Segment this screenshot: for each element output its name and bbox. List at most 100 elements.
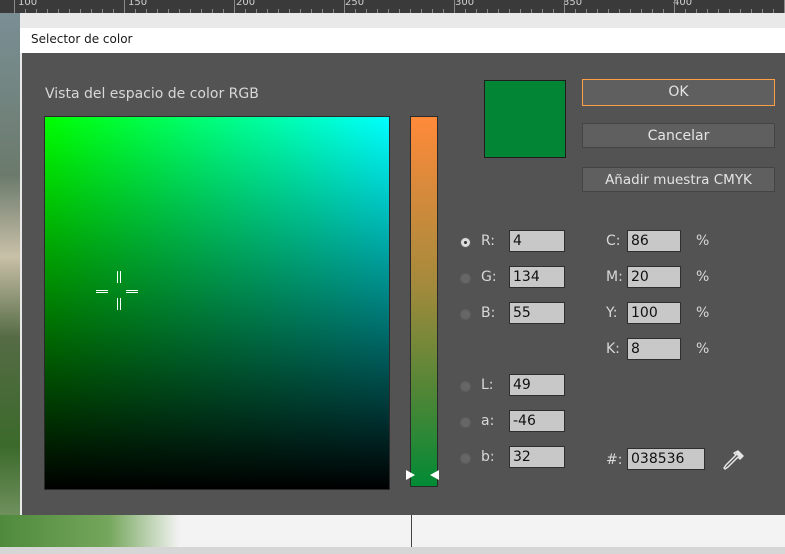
label-m: M: bbox=[606, 269, 623, 285]
ruler-tick bbox=[344, 0, 345, 13]
input-hex[interactable]: 038536 bbox=[627, 448, 705, 470]
ruler-tick bbox=[729, 9, 730, 13]
ruler-tick bbox=[168, 9, 169, 13]
ruler-tick bbox=[355, 9, 356, 13]
ruler-tick bbox=[245, 9, 246, 13]
crosshair-bottom-bar bbox=[117, 298, 121, 310]
ruler-tick bbox=[80, 9, 81, 13]
radio-lab-b[interactable] bbox=[460, 453, 471, 464]
ruler-number: 350 bbox=[563, 0, 583, 8]
input-a[interactable]: -46 bbox=[509, 410, 565, 432]
ruler-tick bbox=[498, 9, 499, 13]
ruler-tick bbox=[619, 9, 620, 13]
ruler-tick bbox=[740, 9, 741, 13]
input-c[interactable]: 86 bbox=[627, 230, 681, 252]
color-space-label: Vista del espacio de color RGB bbox=[45, 86, 259, 102]
cancel-button[interactable]: Cancelar bbox=[582, 123, 775, 148]
ruler-tick bbox=[696, 9, 697, 13]
radio-l[interactable] bbox=[460, 381, 471, 392]
crosshair-right-bar bbox=[126, 290, 138, 293]
ruler-tick bbox=[773, 9, 774, 13]
ruler-number: 300 bbox=[455, 0, 475, 8]
ruler-tick bbox=[267, 9, 268, 13]
input-k[interactable]: 8 bbox=[627, 338, 681, 360]
ruler-tick bbox=[641, 9, 642, 13]
crosshair-icon[interactable] bbox=[96, 268, 142, 314]
ruler-tick bbox=[663, 9, 664, 13]
ruler-tick bbox=[432, 9, 433, 13]
input-r[interactable]: 4 bbox=[509, 230, 565, 252]
unit-c: % bbox=[696, 233, 710, 249]
ruler-tick bbox=[707, 9, 708, 13]
ruler-tick bbox=[575, 9, 576, 13]
add-cmyk-swatch-button[interactable]: Añadir muestra CMYK bbox=[582, 167, 775, 192]
ruler-tick bbox=[69, 9, 70, 13]
ruler-tick bbox=[487, 9, 488, 13]
slider-handle-left-icon[interactable] bbox=[406, 470, 415, 480]
ruler-tick bbox=[531, 9, 532, 13]
input-lab-b[interactable]: 32 bbox=[509, 446, 565, 468]
ruler-tick bbox=[443, 9, 444, 13]
ruler-tick bbox=[157, 9, 158, 13]
guide-line bbox=[411, 515, 412, 547]
dialog-titlebar[interactable]: Selector de color bbox=[20, 28, 785, 53]
slider-handle-right-icon[interactable] bbox=[430, 470, 439, 480]
label-lab-b: b: bbox=[481, 449, 495, 465]
label-k: K: bbox=[606, 341, 620, 357]
label-g: G: bbox=[481, 269, 497, 285]
ruler-tick bbox=[542, 9, 543, 13]
radio-a[interactable] bbox=[460, 417, 471, 428]
ruler-tick bbox=[124, 0, 125, 13]
eyedropper-icon[interactable] bbox=[720, 448, 746, 474]
ruler-tick bbox=[685, 9, 686, 13]
ruler-tick bbox=[751, 9, 752, 13]
unit-k: % bbox=[696, 341, 710, 357]
ruler-tick bbox=[289, 9, 290, 13]
radio-b[interactable] bbox=[460, 309, 471, 320]
radio-g[interactable] bbox=[460, 273, 471, 284]
ruler-tick bbox=[652, 9, 653, 13]
radio-r[interactable] bbox=[460, 237, 471, 248]
ruler: 100 150 200 250 300 350 400 bbox=[0, 0, 785, 13]
ruler-tick bbox=[201, 9, 202, 13]
unit-y: % bbox=[696, 305, 710, 321]
dialog-title: Selector de color bbox=[31, 32, 133, 46]
ruler-tick bbox=[454, 0, 455, 13]
canvas-strip bbox=[0, 547, 785, 554]
ruler-tick bbox=[179, 9, 180, 13]
label-hex: #: bbox=[606, 452, 623, 468]
ruler-tick bbox=[630, 9, 631, 13]
label-b: B: bbox=[481, 305, 496, 321]
ruler-tick bbox=[36, 9, 37, 13]
hue-slider[interactable] bbox=[410, 116, 438, 487]
ruler-tick bbox=[608, 9, 609, 13]
input-b[interactable]: 55 bbox=[509, 302, 565, 324]
input-m[interactable]: 20 bbox=[627, 266, 681, 288]
ruler-tick bbox=[223, 9, 224, 13]
ruler-tick bbox=[586, 9, 587, 13]
input-y[interactable]: 100 bbox=[627, 302, 681, 324]
ruler-tick bbox=[410, 9, 411, 13]
ruler-tick bbox=[366, 9, 367, 13]
ruler-number: 250 bbox=[345, 0, 365, 8]
background-image-grass bbox=[0, 515, 180, 547]
input-l[interactable]: 49 bbox=[509, 374, 565, 396]
label-y: Y: bbox=[606, 305, 618, 321]
ruler-tick bbox=[278, 9, 279, 13]
background-image-left bbox=[0, 13, 20, 554]
label-l: L: bbox=[481, 377, 494, 393]
label-c: C: bbox=[606, 233, 621, 249]
input-g[interactable]: 134 bbox=[509, 266, 565, 288]
ruler-tick bbox=[597, 9, 598, 13]
ruler-number: 100 bbox=[18, 0, 38, 8]
color-swatch bbox=[484, 80, 566, 158]
ruler-tick bbox=[300, 9, 301, 13]
ruler-tick bbox=[47, 9, 48, 13]
ruler-tick bbox=[465, 9, 466, 13]
ruler-number: 400 bbox=[673, 0, 693, 8]
ruler-tick bbox=[520, 9, 521, 13]
ruler-tick bbox=[91, 9, 92, 13]
ok-button[interactable]: OK bbox=[582, 79, 775, 106]
ruler-number: 200 bbox=[236, 0, 256, 8]
ruler-tick bbox=[509, 9, 510, 13]
